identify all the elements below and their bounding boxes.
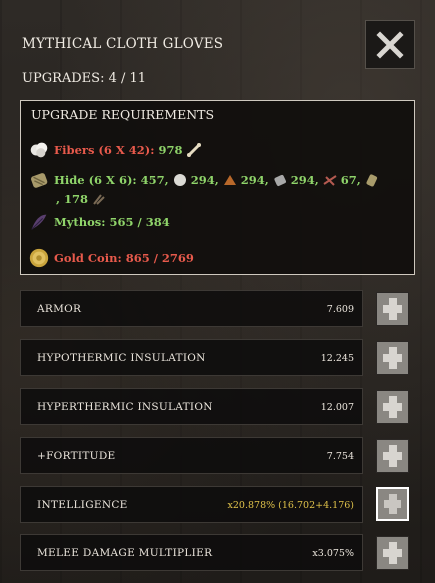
stat-row-fortitude: +FORTITUDE 7.754 (20, 437, 363, 474)
sinew-icon (323, 175, 337, 186)
fibers-requirement: Fibers (6 X 42): 978 (28, 139, 205, 161)
bone-icon (186, 143, 201, 157)
close-button[interactable] (365, 20, 415, 69)
mythos-requirement: Mythos: 565 / 384 (28, 211, 170, 233)
fiber-tuft-icon (173, 174, 186, 186)
stat-row-melee-damage-multiplier: MELEE DAMAGE MULTIPLIER x3.075% (20, 534, 363, 571)
stat-row-armor: ARMOR 7.609 (20, 290, 363, 327)
upgrade-hyperthermic-insulation-button[interactable] (376, 390, 409, 424)
pelt-icon (223, 175, 236, 185)
stat-name: ARMOR (37, 303, 82, 315)
gold-label: Gold Coin: 865 / 2769 (54, 251, 194, 265)
hide-amount-4: 294 (290, 173, 315, 187)
requirements-title: UPGRADE REQUIREMENTS (31, 107, 215, 122)
gold-requirement: Gold Coin: 865 / 2769 (28, 247, 194, 269)
hide-label: Hide (6 X 6): (54, 173, 137, 187)
stat-value: 7.609 (326, 304, 354, 315)
stat-name: MELEE DAMAGE MULTIPLIER (37, 547, 213, 559)
stat-name: INTELLIGENCE (37, 499, 128, 511)
hide-amount-5: 67 (340, 173, 357, 187)
mythos-label: Mythos: 565 / 384 (54, 215, 170, 229)
stat-row-intelligence: INTELLIGENCE x20.878% (16.702+4.176) (20, 486, 363, 523)
hide-amount-2: 294 (190, 173, 215, 187)
fibers-cotton-icon (30, 142, 48, 158)
stone-icon (274, 174, 286, 186)
stat-value: x20.878% (16.702+4.176) (227, 500, 354, 511)
gold-coin-icon (29, 248, 49, 268)
fibers-label: Fibers (6 X 42): (54, 143, 155, 157)
upgrade-intelligence-button[interactable] (376, 487, 409, 521)
stat-row-hypothermic-insulation: HYPOTHERMIC INSULATION 12.245 (20, 339, 363, 376)
hide-amount-1: 457 (140, 173, 165, 187)
stat-value: 7.754 (326, 451, 354, 462)
upgrade-requirements-panel: UPGRADE REQUIREMENTS Fibers (6 X 42): 97… (20, 100, 415, 275)
upgrade-armor-button[interactable] (376, 292, 409, 326)
leather-roll-icon (366, 174, 377, 187)
stat-row-hyperthermic-insulation: HYPERTHERMIC INSULATION 12.007 (20, 388, 363, 425)
stat-name: +FORTITUDE (37, 450, 116, 462)
upgrade-fortitude-button[interactable] (376, 439, 409, 473)
mythos-feather-icon (31, 214, 47, 230)
hide-amount-6: 178 (64, 192, 89, 206)
hide-amount-3: 294 (240, 173, 265, 187)
item-title: MYTHICAL CLOTH GLOVES (22, 36, 224, 52)
stat-name: HYPOTHERMIC INSULATION (37, 352, 206, 364)
stat-value: 12.007 (320, 402, 354, 413)
stat-name: HYPERTHERMIC INSULATION (37, 401, 213, 413)
stat-value: 12.245 (320, 353, 354, 364)
fibers-amount: 978 (158, 143, 183, 157)
hide-requirement: Hide (6 X 6): 457, 294, 294, 294, 67, , … (28, 169, 413, 207)
stat-value: x3.075% (312, 548, 354, 559)
upgrade-melee-damage-multiplier-button[interactable] (376, 536, 409, 570)
hide-leather-icon (31, 173, 48, 188)
upgrade-hypothermic-insulation-button[interactable] (376, 341, 409, 375)
claw-icon (93, 194, 105, 205)
close-x-icon (376, 30, 404, 59)
upgrades-counter: UPGRADES: 4 / 11 (22, 71, 147, 86)
